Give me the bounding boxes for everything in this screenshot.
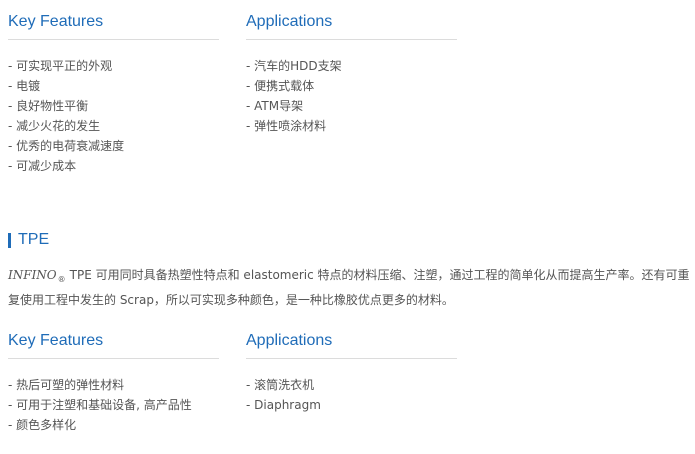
key-features-column-2: Key Features 热后可塑的弹性材料 可用于注塑和基础设备, 高产品性 … [8, 331, 219, 435]
list-item: 可减少成本 [8, 156, 219, 176]
list-item: 热后可塑的弹性材料 [8, 375, 219, 395]
registered-mark: ® [57, 275, 66, 285]
key-features-heading: Key Features [8, 331, 219, 359]
list-item: Diaphragm [246, 395, 457, 415]
tpe-section-title: TPE [8, 231, 49, 249]
list-item: 电镀 [8, 76, 219, 96]
list-item: 优秀的电荷衰减速度 [8, 136, 219, 156]
applications-heading: Applications [246, 12, 457, 40]
list-item: 弹性喷涂材料 [246, 116, 457, 136]
brand-name: INFINO [8, 268, 57, 282]
key-features-list: 热后可塑的弹性材料 可用于注塑和基础设备, 高产品性 颜色多样化 [8, 375, 219, 435]
key-features-list: 可实现平正的外观 电镀 良好物性平衡 减少火花的发生 优秀的电荷衰减速度 可减少… [8, 56, 219, 176]
applications-column-2: Applications 滚筒洗衣机 Diaphragm [246, 331, 457, 415]
tpe-description: INFINO® TPE 可用同时具备热塑性特点和 elastomeric 特点的材… [8, 265, 694, 311]
list-item: 颜色多样化 [8, 415, 219, 435]
applications-list: 汽车的HDD支架 便携式载体 ATM导架 弹性喷涂材料 [246, 56, 457, 136]
list-item: 滚筒洗衣机 [246, 375, 457, 395]
applications-heading: Applications [246, 331, 457, 359]
list-item: 汽车的HDD支架 [246, 56, 457, 76]
applications-list: 滚筒洗衣机 Diaphragm [246, 375, 457, 415]
applications-column-1: Applications 汽车的HDD支架 便携式载体 ATM导架 弹性喷涂材料 [246, 12, 457, 136]
key-features-heading: Key Features [8, 12, 219, 40]
section-marker-bar [8, 232, 11, 248]
key-features-column-1: Key Features 可实现平正的外观 电镀 良好物性平衡 减少火花的发生 … [8, 12, 219, 176]
list-item: 良好物性平衡 [8, 96, 219, 116]
list-item: 减少火花的发生 [8, 116, 219, 136]
list-item: 可实现平正的外观 [8, 56, 219, 76]
list-item: ATM导架 [246, 96, 457, 116]
list-item: 可用于注塑和基础设备, 高产品性 [8, 395, 219, 415]
tpe-description-text: TPE 可用同时具备热塑性特点和 elastomeric 特点的材料压缩、注塑，… [8, 268, 690, 308]
list-item: 便携式载体 [246, 76, 457, 96]
tpe-title: TPE [18, 231, 50, 248]
